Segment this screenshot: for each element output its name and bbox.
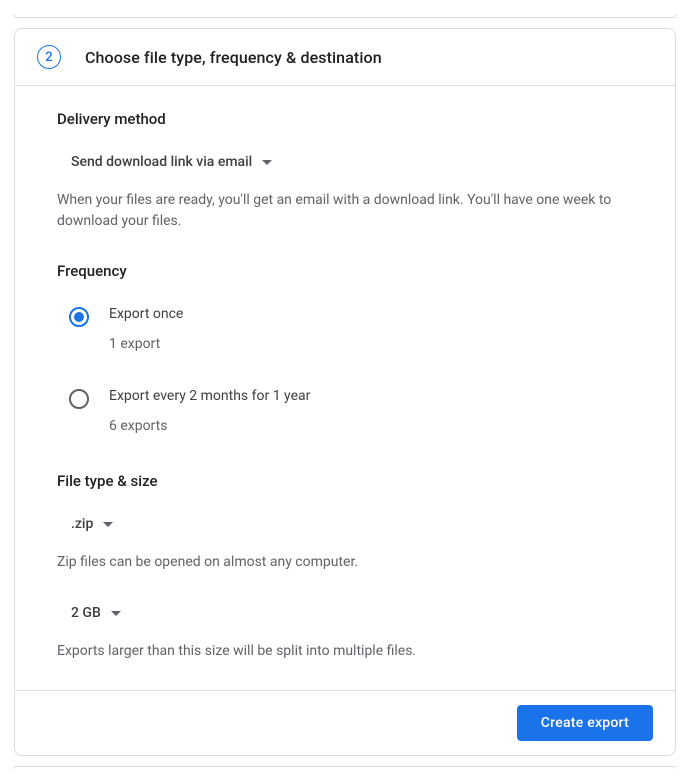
frequency-label: Frequency — [57, 262, 633, 280]
radio-icon — [69, 389, 89, 409]
filetype-help-text: Zip files can be opened on almost any co… — [57, 552, 633, 573]
chevron-down-icon — [262, 160, 272, 165]
delivery-method-label: Delivery method — [57, 110, 633, 128]
card-header: 2 Choose file type, frequency & destinat… — [15, 29, 675, 86]
radio-sublabel: 6 exports — [109, 418, 621, 434]
card-body: Delivery method Send download link via e… — [15, 86, 675, 690]
filesize-help-text: Exports larger than this size will be sp… — [57, 641, 633, 662]
radio-content: Export once 1 export — [109, 306, 621, 352]
filesize-value: 2 GB — [71, 605, 101, 621]
filetype-dropdown[interactable]: .zip — [57, 508, 123, 540]
delivery-method-dropdown[interactable]: Send download link via email — [57, 146, 282, 178]
filetype-label: File type & size — [57, 472, 633, 490]
filesize-dropdown[interactable]: 2 GB — [57, 597, 131, 629]
radio-label: Export once — [109, 306, 621, 322]
frequency-radio-group: Export once 1 export Export every 2 mont… — [57, 298, 633, 442]
previous-card-peek — [14, 14, 676, 18]
step-card: 2 Choose file type, frequency & destinat… — [14, 28, 676, 756]
filetype-value: .zip — [71, 516, 93, 532]
card-footer: Create export — [15, 690, 675, 755]
card-title: Choose file type, frequency & destinatio… — [85, 48, 382, 67]
radio-label: Export every 2 months for 1 year — [109, 388, 621, 404]
delivery-method-value: Send download link via email — [71, 154, 252, 170]
create-export-button[interactable]: Create export — [517, 705, 653, 741]
radio-content: Export every 2 months for 1 year 6 expor… — [109, 388, 621, 434]
radio-sublabel: 1 export — [109, 336, 621, 352]
chevron-down-icon — [103, 522, 113, 527]
step-number-badge: 2 — [37, 45, 61, 69]
frequency-option-once[interactable]: Export once 1 export — [57, 298, 633, 360]
next-card-peek — [14, 766, 676, 769]
delivery-help-text: When your files are ready, you'll get an… — [57, 190, 633, 232]
chevron-down-icon — [111, 611, 121, 616]
radio-icon — [69, 307, 89, 327]
frequency-option-recurring[interactable]: Export every 2 months for 1 year 6 expor… — [57, 380, 633, 442]
